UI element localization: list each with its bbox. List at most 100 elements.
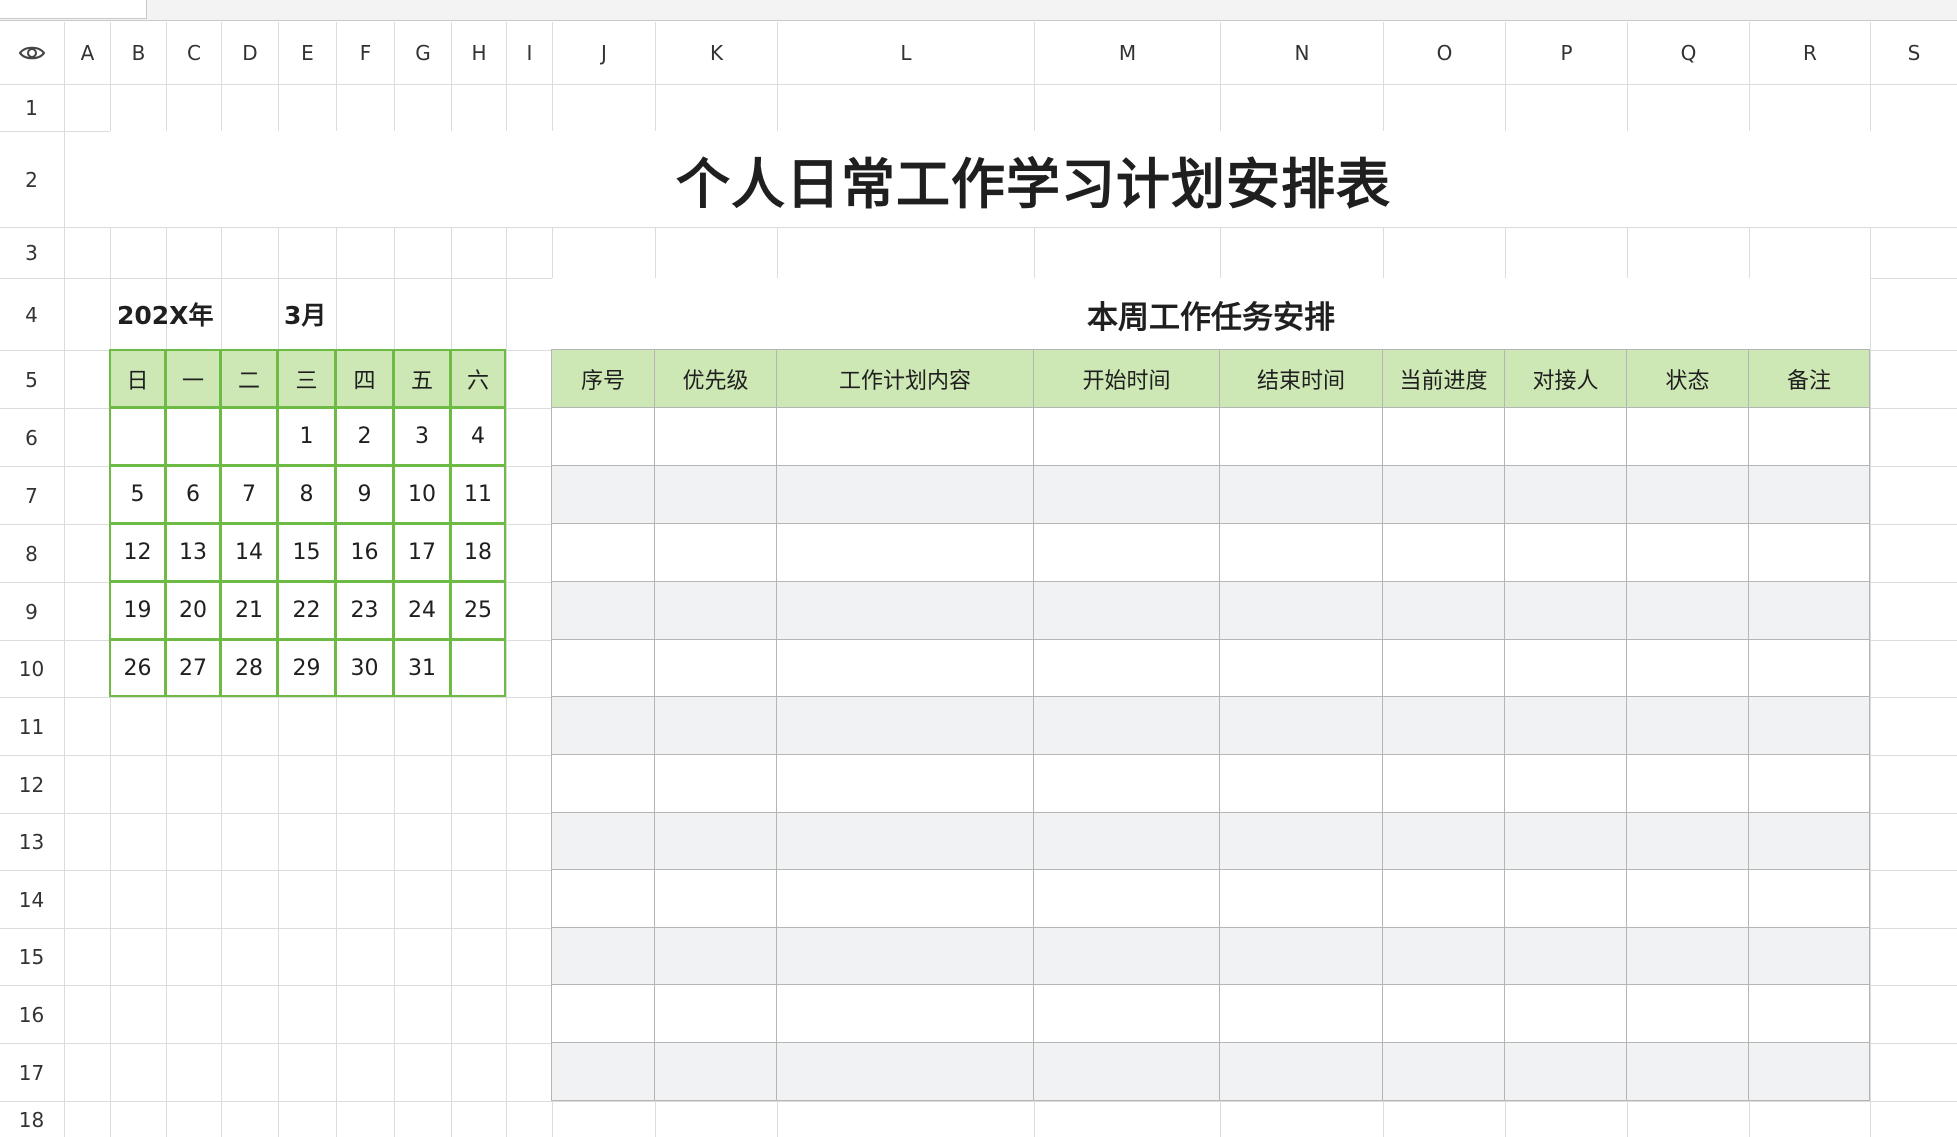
task-table-cell[interactable]	[551, 581, 655, 640]
calendar-day[interactable]	[220, 407, 278, 466]
calendar-day[interactable]: 1	[277, 407, 336, 466]
calendar-day[interactable]	[109, 407, 166, 466]
task-table-cell[interactable]	[1219, 581, 1383, 640]
formula-bar[interactable]	[0, 0, 1957, 21]
row-header-5[interactable]: 5	[0, 351, 63, 408]
task-table-cell[interactable]	[1382, 465, 1505, 524]
task-table-cell[interactable]	[1033, 523, 1220, 582]
calendar-day[interactable]: 4	[450, 407, 506, 466]
task-table-cell[interactable]	[654, 927, 777, 985]
task-table-cell[interactable]	[1504, 407, 1627, 466]
calendar-day[interactable]	[450, 639, 506, 697]
column-header-h[interactable]: H	[452, 22, 506, 83]
task-table-cell[interactable]	[1504, 1042, 1627, 1101]
calendar-day[interactable]: 14	[220, 523, 278, 582]
task-table-cell[interactable]	[776, 407, 1034, 466]
task-table-cell[interactable]	[1382, 696, 1505, 755]
row-header-14[interactable]: 14	[0, 871, 63, 928]
column-header-r[interactable]: R	[1750, 22, 1870, 83]
task-table-cell[interactable]	[654, 407, 777, 466]
calendar-day[interactable]: 9	[335, 465, 394, 524]
task-table-cell[interactable]	[1626, 523, 1749, 582]
task-table-cell[interactable]	[776, 812, 1034, 870]
visibility-eye-icon[interactable]	[0, 22, 64, 84]
calendar-day[interactable]: 13	[165, 523, 221, 582]
task-table-cell[interactable]	[776, 581, 1034, 640]
row-header-8[interactable]: 8	[0, 525, 63, 582]
row-header-4[interactable]: 4	[0, 279, 63, 350]
task-table-cell[interactable]	[1033, 639, 1220, 697]
calendar-day[interactable]: 2	[335, 407, 394, 466]
column-header-i[interactable]: I	[507, 22, 552, 83]
calendar-day[interactable]: 30	[335, 639, 394, 697]
task-table-cell[interactable]	[551, 1042, 655, 1101]
row-header-2[interactable]: 2	[0, 132, 63, 227]
calendar-day[interactable]: 15	[277, 523, 336, 582]
task-table-cell[interactable]	[1382, 869, 1505, 928]
task-table-cell[interactable]	[1748, 581, 1870, 640]
task-table-cell[interactable]	[551, 869, 655, 928]
calendar-day[interactable]: 6	[165, 465, 221, 524]
column-header-n[interactable]: N	[1221, 22, 1383, 83]
calendar-day[interactable]: 25	[450, 581, 506, 640]
calendar-day[interactable]: 23	[335, 581, 394, 640]
column-header-m[interactable]: M	[1035, 22, 1220, 83]
column-header-g[interactable]: G	[395, 22, 451, 83]
calendar-day[interactable]: 17	[393, 523, 451, 582]
column-header-o[interactable]: O	[1384, 22, 1505, 83]
column-header-f[interactable]: F	[337, 22, 394, 83]
column-header-p[interactable]: P	[1506, 22, 1627, 83]
task-table-cell[interactable]	[1219, 1042, 1383, 1101]
task-table-cell[interactable]	[1626, 465, 1749, 524]
task-table-cell[interactable]	[654, 581, 777, 640]
task-table-cell[interactable]	[1382, 639, 1505, 697]
row-header-6[interactable]: 6	[0, 409, 63, 466]
task-table-cell[interactable]	[776, 696, 1034, 755]
calendar-day[interactable]: 3	[393, 407, 451, 466]
task-table-cell[interactable]	[1219, 869, 1383, 928]
calendar-day[interactable]: 8	[277, 465, 336, 524]
task-table-cell[interactable]	[551, 812, 655, 870]
task-table-cell[interactable]	[1033, 869, 1220, 928]
row-header-16[interactable]: 16	[0, 986, 63, 1043]
task-table-cell[interactable]	[1748, 407, 1870, 466]
calendar-day[interactable]: 21	[220, 581, 278, 640]
task-table-cell[interactable]	[1748, 869, 1870, 928]
task-table-cell[interactable]	[654, 465, 777, 524]
column-header-j[interactable]: J	[553, 22, 655, 83]
task-table-cell[interactable]	[1504, 812, 1627, 870]
task-table-cell[interactable]	[654, 984, 777, 1043]
name-box[interactable]	[0, 0, 147, 19]
calendar-day[interactable]: 10	[393, 465, 451, 524]
calendar-day[interactable]: 31	[393, 639, 451, 697]
calendar-day[interactable]: 7	[220, 465, 278, 524]
calendar-day[interactable]: 27	[165, 639, 221, 697]
task-table-cell[interactable]	[1626, 984, 1749, 1043]
task-table-cell[interactable]	[551, 696, 655, 755]
task-table-cell[interactable]	[1626, 927, 1749, 985]
task-table-cell[interactable]	[1504, 754, 1627, 813]
calendar-day[interactable]: 29	[277, 639, 336, 697]
column-header-c[interactable]: C	[167, 22, 221, 83]
task-table-cell[interactable]	[1748, 754, 1870, 813]
task-table-cell[interactable]	[1504, 927, 1627, 985]
task-table-cell[interactable]	[1033, 465, 1220, 524]
task-table-cell[interactable]	[654, 639, 777, 697]
task-table-cell[interactable]	[1626, 407, 1749, 466]
task-table-cell[interactable]	[1626, 581, 1749, 640]
task-table-cell[interactable]	[551, 927, 655, 985]
column-header-d[interactable]: D	[222, 22, 278, 83]
task-table-cell[interactable]	[1748, 639, 1870, 697]
task-table-cell[interactable]	[1382, 581, 1505, 640]
task-table-cell[interactable]	[776, 984, 1034, 1043]
task-table-cell[interactable]	[1033, 581, 1220, 640]
calendar-day[interactable]: 18	[450, 523, 506, 582]
task-table-cell[interactable]	[1626, 754, 1749, 813]
task-table-cell[interactable]	[1626, 696, 1749, 755]
task-table-cell[interactable]	[654, 523, 777, 582]
row-header-15[interactable]: 15	[0, 929, 63, 985]
task-table-cell[interactable]	[551, 984, 655, 1043]
task-table-cell[interactable]	[1748, 1042, 1870, 1101]
task-table-cell[interactable]	[1382, 927, 1505, 985]
spreadsheet[interactable]: ABCDEFGHIJKLMNOPQRS 1 2 3 4 5 6 7 8 9 10 11 12 13 14 1…	[0, 0, 1957, 1137]
